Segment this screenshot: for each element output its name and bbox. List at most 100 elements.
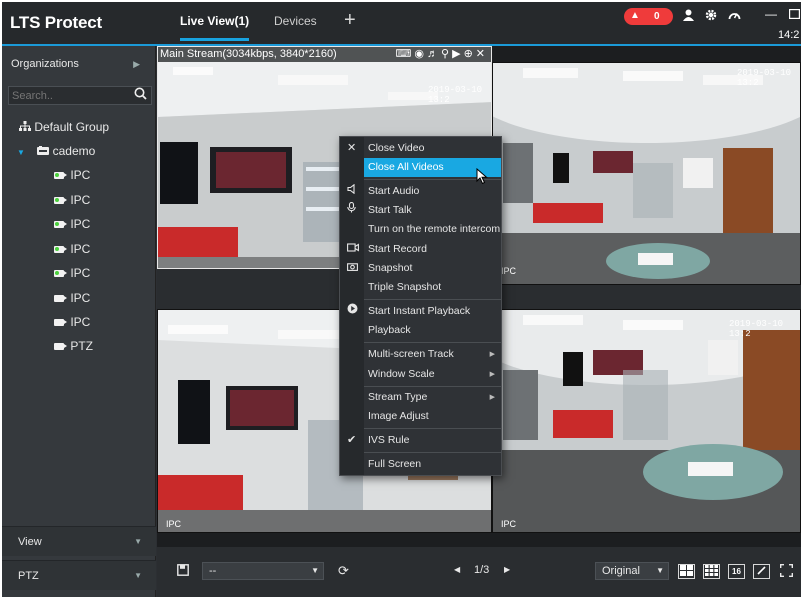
stream-info-text: Main Stream(3034kbps, 3840*2160) xyxy=(160,48,337,60)
camera-icon[interactable]: ◉ xyxy=(414,48,427,60)
menu-item-triple-snapshot[interactable]: Triple Snapshot xyxy=(340,278,501,297)
play-icon[interactable]: ▶ xyxy=(452,48,463,60)
record-icon[interactable]: ⌨ xyxy=(396,48,415,60)
ptz-panel-header[interactable]: PTZ ▼ xyxy=(2,560,156,590)
chevron-down-icon[interactable]: ▼ xyxy=(134,561,142,591)
speaker-icon xyxy=(347,182,358,201)
tree-device-cademo[interactable]: ▼ cademo xyxy=(17,144,95,158)
menu-item-instant-playback[interactable]: Start Instant Playback xyxy=(340,302,501,321)
video-pane-2[interactable]: 2019-03-10 13:2 IPC xyxy=(492,62,801,285)
microphone-icon[interactable]: ⚲ xyxy=(441,48,452,60)
organizations-label: Organizations xyxy=(11,58,79,70)
fullscreen-icon[interactable] xyxy=(780,564,793,580)
tab-devices[interactable]: Devices xyxy=(274,14,317,28)
menu-item-close-video[interactable]: ✕ Close Video xyxy=(340,139,501,158)
tree-channel[interactable]: IPC xyxy=(54,168,90,182)
menu-item-label: Start Talk xyxy=(368,204,412,216)
layout-16-button[interactable]: 16 xyxy=(728,564,745,579)
gear-icon[interactable] xyxy=(705,9,717,24)
speaker-icon[interactable]: ♬ xyxy=(427,48,441,60)
menu-item-label: Stream Type xyxy=(368,391,428,403)
chevron-right-icon[interactable]: ▶ xyxy=(133,52,140,76)
context-menu: ✕ Close Video Close All Videos Start Aud… xyxy=(339,136,502,476)
tree-channel[interactable]: IPC xyxy=(54,291,90,305)
edit-layout-icon[interactable] xyxy=(753,564,770,579)
tree-channel-label: IPC xyxy=(70,217,91,231)
organizations-header[interactable]: Organizations ▶ xyxy=(2,52,156,76)
tree-channel-ptz[interactable]: PTZ xyxy=(54,339,93,353)
menu-item-label: Image Adjust xyxy=(368,410,429,422)
tab-live-view[interactable]: Live View(1) xyxy=(180,14,250,41)
next-page-icon[interactable]: ▶ xyxy=(504,565,510,574)
menu-item-label: Snapshot xyxy=(368,262,413,274)
menu-item-stream-type[interactable]: Stream Type ▶ xyxy=(340,388,501,407)
camera-online-icon xyxy=(54,270,67,277)
camera-online-icon xyxy=(54,197,67,204)
tree-channel[interactable]: IPC xyxy=(54,315,90,329)
pane-label: IPC xyxy=(166,519,182,529)
app-logo: LTS Protect xyxy=(10,13,102,32)
play-icon xyxy=(347,302,358,321)
tree-channel-label: IPC xyxy=(70,315,91,329)
save-view-icon[interactable] xyxy=(177,564,189,579)
menu-item-window-scale[interactable]: Window Scale ▶ xyxy=(340,365,501,384)
user-icon[interactable] xyxy=(683,9,694,24)
pane-timestamp: 2019-03-10 13:2 xyxy=(729,319,784,339)
menu-item-image-adjust[interactable]: Image Adjust xyxy=(340,407,501,426)
scale-select-value: Original xyxy=(602,565,640,577)
plus-icon[interactable]: + xyxy=(344,9,356,32)
close-icon[interactable]: ✕ xyxy=(476,48,488,60)
tree-channel[interactable]: IPC xyxy=(54,242,90,256)
menu-item-start-record[interactable]: Start Record xyxy=(340,240,501,259)
refresh-icon[interactable]: ⟳ xyxy=(338,563,349,579)
menu-item-label: Window Scale xyxy=(368,368,435,380)
minimize-icon[interactable]: — xyxy=(765,7,777,21)
record-icon xyxy=(347,240,359,259)
menu-separator xyxy=(364,428,501,429)
menu-item-start-talk[interactable]: Start Talk xyxy=(340,201,501,220)
tree-default-group[interactable]: Default Group xyxy=(19,120,109,134)
ptz-camera-icon xyxy=(54,343,67,350)
search-icon[interactable] xyxy=(134,87,147,103)
tree-channel-label: IPC xyxy=(70,193,91,207)
menu-item-remote-intercom[interactable]: Turn on the remote intercom xyxy=(340,220,501,239)
layout-9-icon[interactable] xyxy=(703,564,720,579)
pane-label: IPC xyxy=(501,266,517,276)
menu-item-label: Turn on the remote intercom xyxy=(368,223,501,235)
layout-4-icon[interactable] xyxy=(678,564,695,579)
alarm-badge[interactable]: ▲ 0 xyxy=(624,8,673,25)
tree-channel[interactable]: IPC xyxy=(54,217,90,231)
title-bar: LTS Protect Live View(1) Devices + ▲ 0 —… xyxy=(2,2,801,44)
menu-item-multi-screen-track[interactable]: Multi-screen Track ▶ xyxy=(340,345,501,364)
scale-select[interactable]: Original ▼ xyxy=(595,562,669,580)
view-panel-header[interactable]: View ▼ xyxy=(2,526,156,556)
camera-icon xyxy=(347,259,358,278)
video-pane-4[interactable]: 2019-03-10 13:2 IPC xyxy=(492,309,801,533)
zoom-in-icon[interactable]: ⊕ xyxy=(464,48,476,60)
menu-item-label: Start Record xyxy=(368,243,427,255)
sidebar: Organizations ▶ Default Group ▼ cademo I… xyxy=(2,46,156,597)
menu-item-label: Close Video xyxy=(368,142,425,154)
search-input[interactable] xyxy=(9,87,127,104)
expand-arrow-icon[interactable]: ▼ xyxy=(17,148,25,157)
menu-item-snapshot[interactable]: Snapshot xyxy=(340,259,501,278)
menu-item-ivs-rule[interactable]: ✔ IVS Rule xyxy=(340,431,501,450)
tree-channel[interactable]: IPC xyxy=(54,193,90,207)
tree-channel-label: IPC xyxy=(70,168,91,182)
view-label: View xyxy=(18,536,42,548)
video-feed-image xyxy=(493,310,800,532)
checkmark-icon: ✔ xyxy=(347,434,357,446)
prev-page-icon[interactable]: ◀ xyxy=(454,565,460,574)
view-select[interactable]: -- ▼ xyxy=(202,562,324,580)
chevron-down-icon[interactable]: ▼ xyxy=(134,527,142,557)
maximize-icon[interactable] xyxy=(788,8,801,22)
tree-channel[interactable]: IPC xyxy=(54,266,90,280)
nvr-device-icon xyxy=(37,144,52,158)
performance-gauge-icon[interactable] xyxy=(728,9,741,24)
pane-label: IPC xyxy=(501,519,517,529)
tree-channel-label: IPC xyxy=(70,242,91,256)
menu-item-full-screen[interactable]: Full Screen xyxy=(340,455,501,474)
menu-item-playback[interactable]: Playback xyxy=(340,321,501,340)
menu-item-label: Full Screen xyxy=(368,458,422,470)
app-window: LTS Protect Live View(1) Devices + ▲ 0 —… xyxy=(2,2,801,597)
